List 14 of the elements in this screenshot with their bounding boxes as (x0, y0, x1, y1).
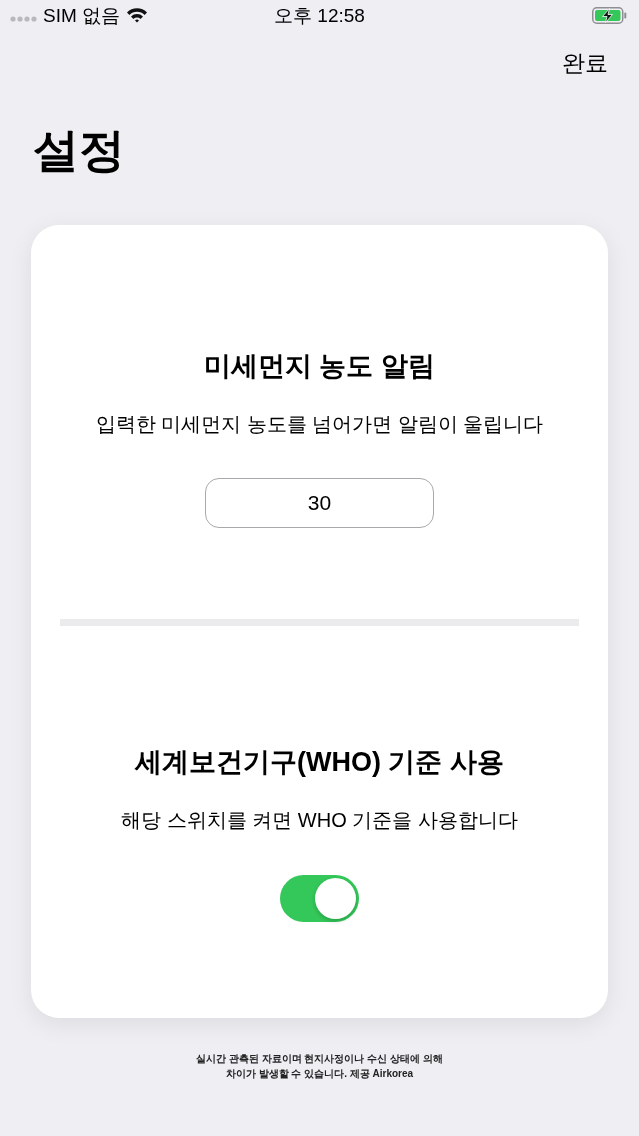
number-input-field[interactable]: 30 (205, 478, 434, 528)
done-button[interactable]: 완료 (562, 51, 608, 75)
signal-icon (10, 16, 37, 22)
data-source-note: 실시간 관측된 자료이며 현지사정이나 수신 상태에 의해 차이가 발생할 수 있습니다. 제공 Airkorea (196, 1052, 443, 1081)
toggle-thumb[interactable] (315, 878, 356, 919)
toggle-switch[interactable] (280, 875, 359, 922)
status-time: 오후 12:58 (274, 5, 365, 25)
section-description: 해당 스위치를 켜면 WHO 기준을 사용합니다 (121, 808, 518, 833)
wifi-icon (126, 7, 149, 23)
section-title: 미세먼지 농도 알림 (204, 350, 435, 383)
section-title: 세계보건기구(WHO) 기준 사용 (135, 746, 504, 779)
carrier-text: SIM 없음 (43, 5, 121, 25)
page-title: 설정 (33, 123, 125, 178)
section-description: 입력한 미세먼지 농도를 넘어가면 알림이 울립니다 (95, 412, 544, 437)
